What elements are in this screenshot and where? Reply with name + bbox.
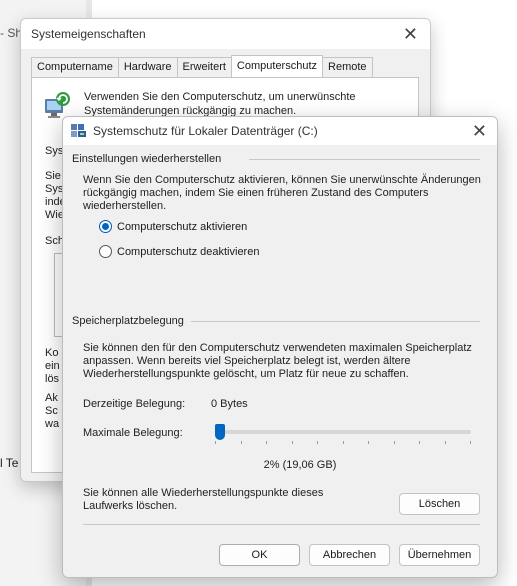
divider [191, 321, 480, 322]
radio-label: Computerschutz aktivieren [117, 220, 248, 233]
slider-tick [394, 441, 395, 444]
slider-tick [419, 441, 420, 444]
system-protection-dialog: Systemschutz für Lokaler Datenträger (C:… [62, 116, 498, 578]
slider-tick [470, 441, 471, 444]
clipped-text: Ak Sc wa [45, 392, 60, 430]
title-bar: Systemschutz für Lokaler Datenträger (C:… [63, 117, 497, 145]
ok-button[interactable]: OK [219, 544, 300, 566]
drive-settings-icon [71, 124, 86, 137]
slider-tick [343, 441, 344, 444]
delete-button[interactable]: Löschen [399, 493, 480, 515]
max-usage-slider[interactable] [215, 424, 471, 440]
delete-description: Sie können alle Wiederherstellungspunkte… [83, 487, 324, 512]
max-usage-value: 2% (19,06 GB) [263, 459, 337, 471]
window-title: Systemeigenschaften [31, 27, 146, 41]
tab-remote[interactable]: Remote [322, 57, 373, 77]
tab-computerschutz[interactable]: Computerschutz [230, 55, 324, 77]
restore-settings-heading: Einstellungen wiederherstellen [72, 153, 222, 165]
restore-settings-description: Wenn Sie den Computerschutz aktivieren, … [83, 174, 481, 212]
slider-ticks [215, 441, 471, 444]
close-icon[interactable]: ✕ [403, 25, 418, 43]
radio-disable-protection[interactable]: Computerschutz deaktivieren [99, 245, 259, 258]
tab-erweitert[interactable]: Erweitert [176, 57, 232, 77]
slider-thumb[interactable] [215, 424, 225, 440]
slider-tick [241, 441, 242, 444]
tab-computername[interactable]: Computername [31, 57, 119, 77]
window-title: Systemschutz für Lokaler Datenträger (C:… [93, 124, 318, 138]
current-usage-value: 0 Bytes [211, 398, 248, 410]
back-description: Verwenden Sie den Computerschutz, um une… [84, 91, 356, 117]
slider-tick [215, 441, 216, 444]
radio-button-checked[interactable] [99, 220, 112, 233]
divider [83, 524, 480, 525]
background-app-text: - Sh [0, 26, 23, 40]
storage-usage-description: Sie können den für den Computerschutz ve… [83, 342, 472, 380]
tab-hardware[interactable]: Hardware [117, 57, 178, 77]
title-bar: Systemeigenschaften [21, 19, 430, 49]
background-app-text: l Te [0, 456, 19, 470]
max-usage-label: Maximale Belegung: [83, 427, 183, 439]
radio-button[interactable] [99, 245, 112, 258]
cancel-button[interactable]: Abbrechen [309, 544, 390, 566]
apply-button[interactable]: Übernehmen [399, 544, 480, 566]
slider-tick [368, 441, 369, 444]
radio-label: Computerschutz deaktivieren [117, 245, 260, 258]
storage-usage-heading: Speicherplatzbelegung [72, 315, 184, 327]
close-icon[interactable]: ✕ [472, 122, 487, 140]
clipped-text: Ko ein lös [45, 347, 60, 385]
slider-tick [317, 441, 318, 444]
slider-tick [266, 441, 267, 444]
current-usage-label: Derzeitige Belegung: [83, 398, 186, 410]
tab-strip: Computername Hardware Erweitert Computer… [31, 55, 373, 77]
divider [249, 159, 480, 160]
radio-enable-protection[interactable]: Computerschutz aktivieren [99, 220, 247, 233]
slider-tick [445, 441, 446, 444]
slider-tick [292, 441, 293, 444]
